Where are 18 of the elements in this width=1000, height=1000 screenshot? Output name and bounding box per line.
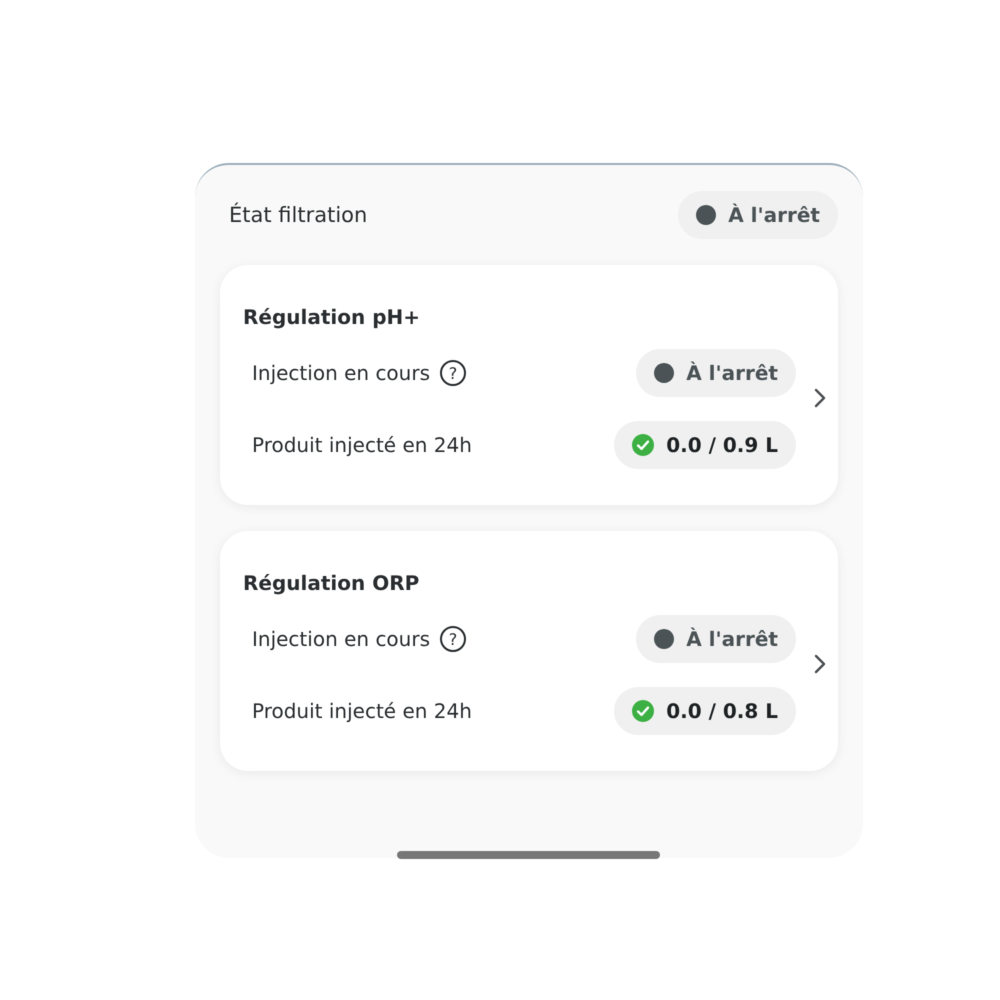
card-title: Régulation ORP — [243, 571, 420, 595]
injection-label: Injection en cours — [252, 361, 430, 385]
chevron-right-icon — [814, 653, 826, 675]
value-text: 0.0 / 0.9 L — [666, 433, 778, 457]
regulation-card[interactable]: Régulation ORP Injection en cours ? À l'arrêt Produit injecté en 24h 0.0 / 0.8 L — [220, 531, 838, 771]
status-text: À l'arrêt — [686, 361, 778, 385]
status-text: À l'arrêt — [728, 203, 820, 227]
filtration-label: État filtration — [229, 203, 368, 227]
regulation-card[interactable]: Régulation pH+ Injection en cours ? À l'arrêt Produit injecté en 24h 0.0 / 0.9 L — [220, 265, 838, 505]
help-icon[interactable]: ? — [440, 626, 466, 652]
status-text: À l'arrêt — [686, 627, 778, 651]
product-label: Produit injecté en 24h — [252, 699, 472, 723]
card-title: Régulation pH+ — [243, 305, 422, 329]
product-label: Produit injecté en 24h — [252, 433, 472, 457]
injection-label: Injection en cours — [252, 627, 430, 651]
value-text: 0.0 / 0.8 L — [666, 699, 778, 723]
chevron-right-icon — [814, 387, 826, 409]
help-icon[interactable]: ? — [440, 360, 466, 386]
